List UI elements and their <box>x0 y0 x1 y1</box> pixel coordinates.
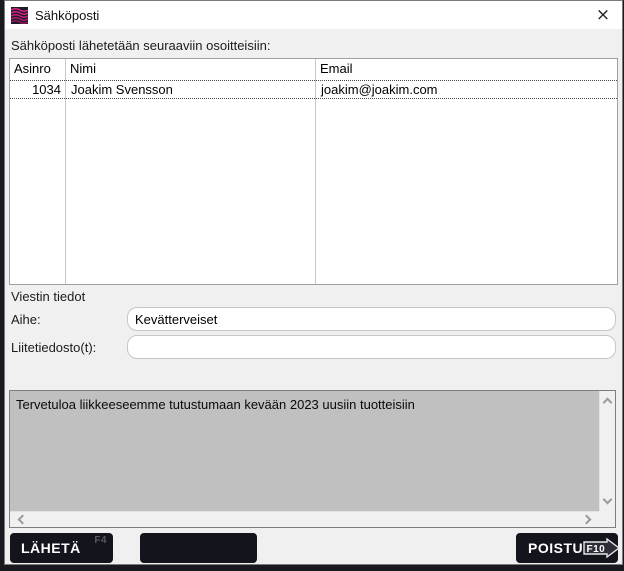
send-button[interactable]: LÄHETÄ F4 <box>10 533 113 563</box>
attachments-input[interactable] <box>127 335 616 359</box>
column-header-asinro: Asinro <box>10 60 65 80</box>
exit-shortcut-label: F10 <box>587 544 606 555</box>
scrollbar-corner <box>599 511 615 527</box>
send-button-label: LÄHETÄ <box>21 540 81 556</box>
blank-button[interactable] <box>140 533 257 563</box>
arrow-right-f10-icon: F10 <box>583 538 620 558</box>
exit-button-label: POISTU <box>528 540 583 556</box>
titlebar[interactable]: Sähköposti × <box>5 1 622 29</box>
table-header-row: Asinro Nimi Email <box>10 60 617 80</box>
horizontal-scrollbar[interactable] <box>10 511 599 527</box>
app-icon <box>11 7 28 24</box>
chevron-right-icon[interactable] <box>582 515 592 525</box>
message-body-input[interactable]: Tervetuloa liikkeeseemme tutustumaan kev… <box>10 391 599 511</box>
chevron-left-icon[interactable] <box>18 515 28 525</box>
email-dialog: Sähköposti × Sähköposti lähetetään seura… <box>4 0 623 565</box>
cell-asinro: 1034 <box>10 81 65 98</box>
cell-email: joakim@joakim.com <box>315 81 617 98</box>
chevron-down-icon[interactable] <box>603 495 613 505</box>
cell-nimi: Joakim Svensson <box>65 81 315 98</box>
subject-input[interactable] <box>127 307 616 331</box>
screen-backdrop: Sähköposti × Sähköposti lähetetään seura… <box>0 0 624 571</box>
table-row[interactable]: 1034 Joakim Svensson joakim@joakim.com <box>10 80 617 99</box>
column-header-email: Email <box>315 60 617 80</box>
recipients-heading: Sähköposti lähetetään seuraaviin osoitte… <box>11 38 270 53</box>
close-button[interactable]: × <box>586 1 620 29</box>
window-title: Sähköposti <box>35 8 99 23</box>
send-shortcut-label: F4 <box>94 535 107 546</box>
message-section-label: Viestin tiedot <box>11 289 85 304</box>
attachments-label: Liitetiedosto(t): <box>11 340 96 355</box>
vertical-scrollbar[interactable] <box>599 391 615 511</box>
message-body-box: Tervetuloa liikkeeseemme tutustumaan kev… <box>9 390 616 528</box>
recipients-table[interactable]: Asinro Nimi Email 1034 Joakim Svensson j… <box>9 58 618 285</box>
subject-label: Aihe: <box>11 312 41 327</box>
column-header-nimi: Nimi <box>65 60 315 80</box>
chevron-up-icon[interactable] <box>603 398 613 408</box>
exit-button[interactable]: POISTU F10 <box>516 533 618 563</box>
